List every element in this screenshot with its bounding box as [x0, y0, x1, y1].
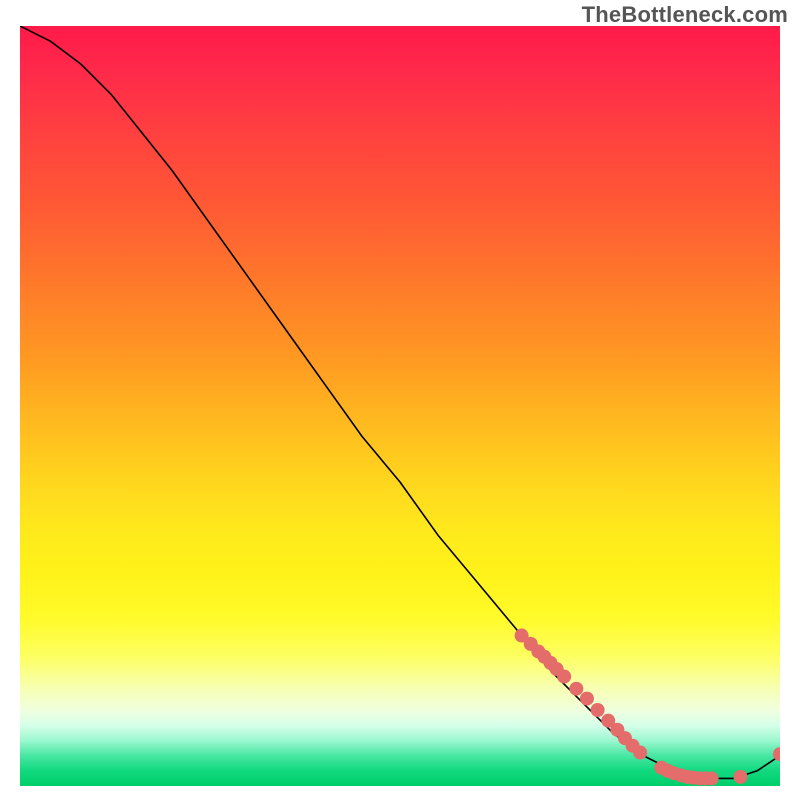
data-marker [580, 692, 594, 706]
marker-group [515, 629, 780, 786]
plot-area [20, 26, 780, 786]
data-marker [591, 703, 605, 717]
chart-svg [20, 26, 780, 786]
watermark-text: TheBottleneck.com [582, 2, 788, 28]
data-marker [705, 771, 719, 785]
chart-container: TheBottleneck.com [0, 0, 800, 800]
data-marker [569, 682, 583, 696]
data-marker [557, 670, 571, 684]
data-marker [733, 770, 747, 784]
data-marker [633, 746, 647, 760]
bottleneck-curve [20, 26, 780, 778]
